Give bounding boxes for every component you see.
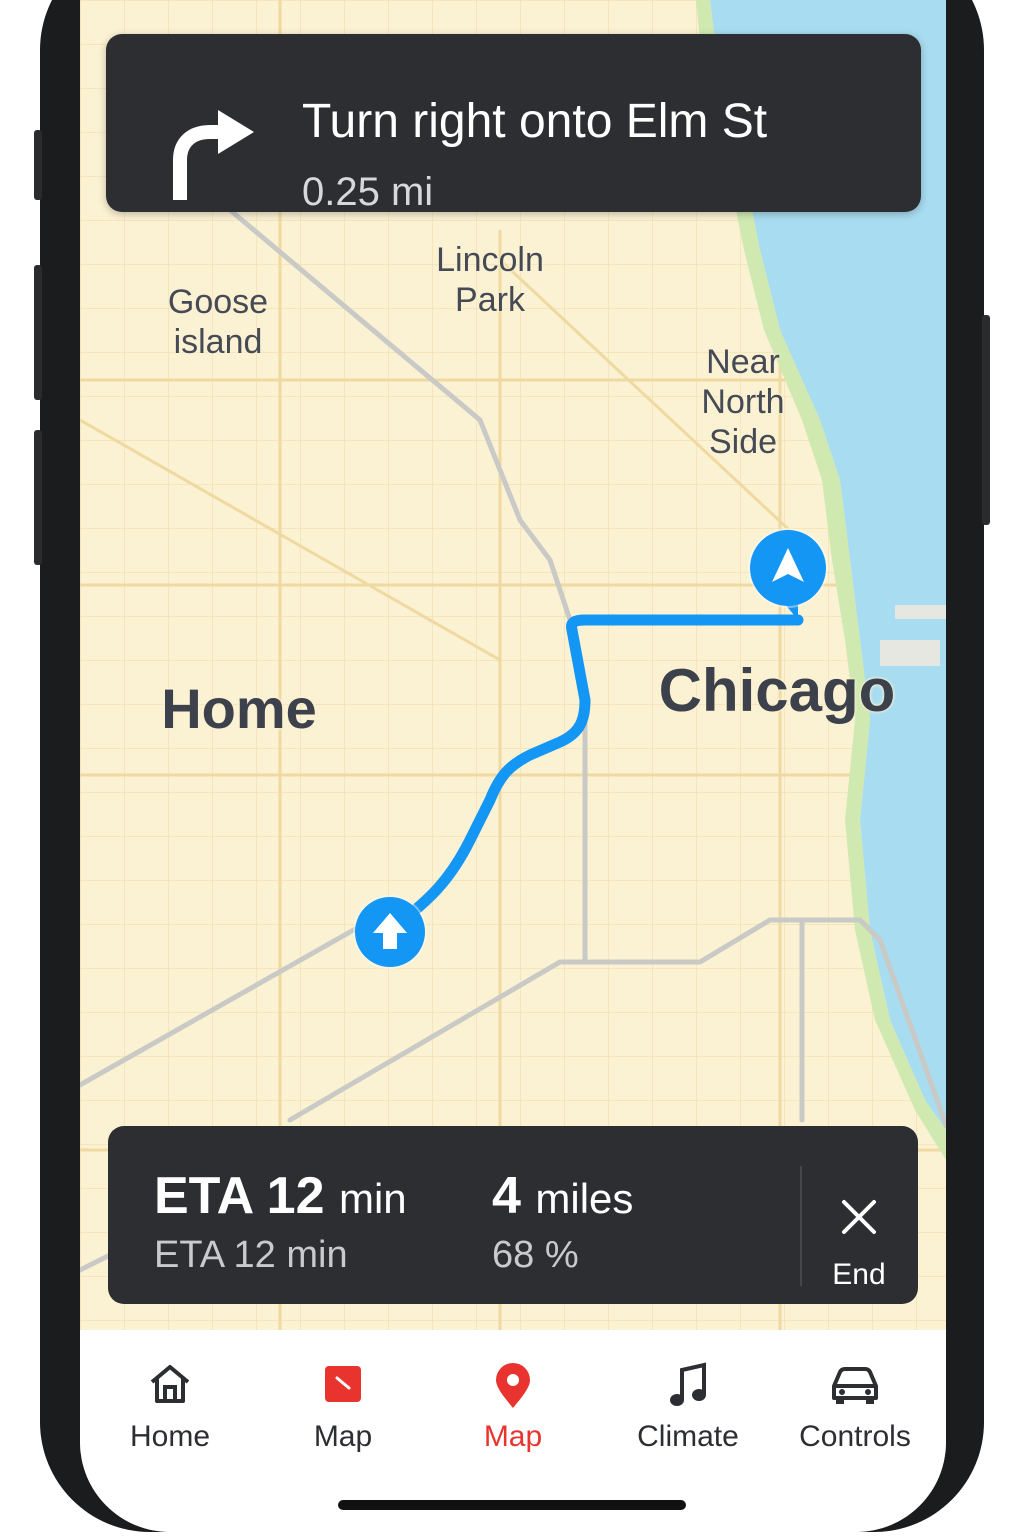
tab-home-label: Home: [129, 1420, 211, 1453]
eta-unit: min: [338, 1175, 407, 1222]
car-icon: [832, 1367, 878, 1404]
map-label-goose-island: Goose island: [167, 283, 269, 361]
tab-controls-label: Controls: [799, 1420, 911, 1453]
close-icon: [842, 1200, 876, 1234]
trip-info-panel: ETA 12 min ETA 12 min 4 miles 68 % End: [108, 1126, 918, 1304]
eta-primary: ETA 12 min: [154, 1166, 407, 1226]
eta-value: ETA 12: [154, 1167, 325, 1225]
current-location-marker[interactable]: [355, 897, 425, 967]
turn-instruction-text: Turn right onto Elm St: [302, 95, 768, 148]
power-button: [982, 315, 990, 525]
screen: Goose island Lincoln Park Near North Sid…: [80, 0, 946, 1532]
battery-percentage: 68 %: [492, 1234, 579, 1276]
tab-map[interactable]: Map: [258, 1330, 428, 1470]
turn-instruction-banner[interactable]: Turn right onto Elm St 0.25 mi: [106, 34, 921, 214]
end-label: End: [832, 1258, 886, 1291]
tab-climate[interactable]: Climate: [603, 1330, 773, 1470]
map-label-home: Home: [161, 677, 317, 740]
music-note-icon: [670, 1362, 706, 1406]
turn-right-icon: [173, 110, 254, 200]
map-label-near-north-side: Near North Side: [701, 343, 785, 461]
tab-climate-label: Climate: [637, 1420, 739, 1453]
destination-marker[interactable]: [750, 530, 826, 606]
location-pin-icon: [496, 1363, 530, 1408]
eta-secondary: ETA 12 min: [154, 1234, 348, 1276]
mute-switch: [34, 130, 42, 200]
map-tile-icon: [325, 1366, 361, 1402]
turn-distance: 0.25 mi: [302, 170, 434, 214]
home-indicator[interactable]: [338, 1500, 686, 1510]
distance-unit: miles: [535, 1175, 634, 1222]
map-label-lincoln-park: Lincoln Park: [436, 241, 544, 319]
tab-map-label: Map: [313, 1420, 373, 1453]
volume-up-button: [34, 265, 42, 400]
tab-map-active-label: Map: [483, 1420, 543, 1453]
remaining-distance: 4 miles: [492, 1166, 633, 1226]
arrow-up-icon: [373, 913, 407, 949]
distance-value: 4: [492, 1167, 521, 1225]
tab-home[interactable]: Home: [85, 1330, 255, 1470]
end-navigation-button[interactable]: End: [804, 1146, 914, 1296]
tab-controls[interactable]: Controls: [770, 1330, 940, 1470]
tab-map-active[interactable]: Map: [428, 1330, 598, 1470]
map-label-chicago: Chicago: [658, 657, 896, 724]
volume-down-button: [34, 430, 42, 565]
home-icon: [150, 1365, 190, 1403]
navigation-arrow-icon: [772, 548, 804, 582]
panel-divider: [800, 1166, 802, 1286]
